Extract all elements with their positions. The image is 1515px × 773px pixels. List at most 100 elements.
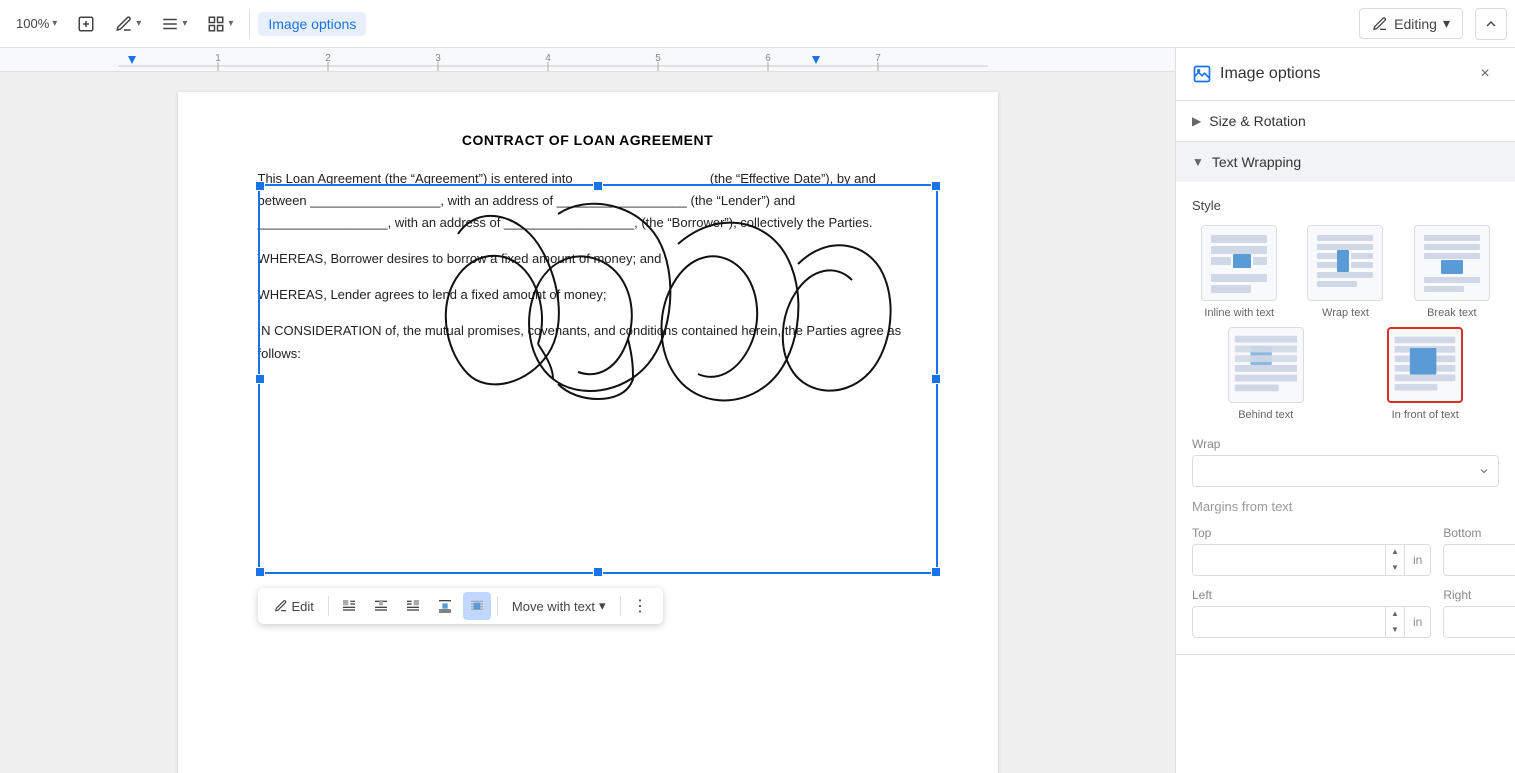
- wrap-field-row: [1192, 455, 1499, 487]
- handle-middle-right[interactable]: [931, 374, 941, 384]
- handle-top-right[interactable]: [931, 181, 941, 191]
- align-left-tight-icon: [341, 598, 357, 614]
- style-preview-break: [1414, 225, 1490, 301]
- style-name-wrap: Wrap text: [1322, 307, 1369, 319]
- grid-icon: [207, 15, 225, 33]
- zoom-value: 100%: [16, 16, 49, 31]
- handle-bottom-middle[interactable]: [593, 567, 603, 577]
- pen-caret-icon: ▾: [136, 18, 141, 29]
- add-page-button[interactable]: [69, 11, 103, 37]
- align-center-icon: [373, 598, 389, 614]
- handle-bottom-left[interactable]: [255, 567, 265, 577]
- zoom-level-button[interactable]: 100% ▾: [8, 12, 65, 35]
- margin-left-input-row: ▲ ▼ in: [1192, 606, 1431, 638]
- grid-button[interactable]: ▾: [199, 11, 241, 37]
- close-panel-button[interactable]: ×: [1471, 60, 1499, 88]
- lines-icon: [161, 15, 179, 33]
- more-options-button[interactable]: ⋮: [627, 592, 655, 620]
- align-break-button[interactable]: [431, 592, 459, 620]
- style-item-behind[interactable]: Behind text: [1192, 327, 1340, 421]
- inline-preview-svg: [1206, 230, 1272, 296]
- pencil-icon: [1372, 16, 1388, 32]
- doc-paragraph-4: IN CONSIDERATION of, the mutual promises…: [258, 320, 918, 364]
- infront-preview-svg: [1389, 327, 1461, 403]
- margin-top-input-row: ▲ ▼ in: [1192, 544, 1431, 576]
- style-item-infront[interactable]: In front of text: [1352, 327, 1500, 421]
- margin-left-decrement[interactable]: ▼: [1386, 622, 1404, 638]
- margin-top-unit: in: [1404, 545, 1430, 575]
- panel-header: Image options ×: [1176, 48, 1515, 101]
- margin-top-decrement[interactable]: ▼: [1386, 560, 1404, 576]
- move-with-text-button[interactable]: Move with text ▾: [504, 594, 614, 618]
- margin-bottom-field: Bottom ▲ ▼ in: [1443, 526, 1515, 576]
- margin-bottom-input[interactable]: [1444, 553, 1515, 568]
- doc-paragraph-1: This Loan Agreement (the “Agreement”) is…: [258, 168, 918, 234]
- image-options-label: Image options: [258, 12, 366, 36]
- panel-title: Image options: [1192, 64, 1321, 84]
- align-left-tight-button[interactable]: [335, 592, 363, 620]
- document-page[interactable]: CONTRACT OF LOAN AGREEMENT This Loan Agr…: [178, 92, 998, 773]
- float-sep-3: [620, 596, 621, 616]
- margin-bottom-input-row: ▲ ▼ in: [1443, 544, 1515, 576]
- pen-icon: [115, 15, 133, 33]
- wrap-dropdown[interactable]: [1192, 455, 1499, 487]
- zoom-group: 100% ▾: [8, 12, 65, 35]
- edit-button[interactable]: Edit: [266, 595, 322, 618]
- behind-preview-svg: [1229, 327, 1303, 403]
- move-with-text-label: Move with text: [512, 599, 595, 614]
- style-item-break[interactable]: Break text: [1405, 225, 1499, 319]
- style-preview-behind: [1228, 327, 1304, 403]
- editing-mode-button[interactable]: Editing ▾: [1359, 8, 1463, 39]
- style-section-label: Style: [1192, 198, 1499, 213]
- pen-tool-button[interactable]: ▾: [107, 11, 149, 37]
- grid-caret-icon: ▾: [228, 18, 233, 29]
- align-infront-button[interactable]: [463, 592, 491, 620]
- chevron-right-icon: ▶: [1192, 114, 1201, 128]
- editing-label: Editing: [1394, 16, 1437, 32]
- zoom-caret-icon: ▾: [52, 18, 57, 29]
- doc-paragraph-2: WHEREAS, Borrower desires to borrow a fi…: [258, 248, 918, 270]
- margin-top-field: Top ▲ ▼ in: [1192, 526, 1431, 576]
- style-name-inline: Inline with text: [1204, 307, 1274, 319]
- panel-title-text: Image options: [1220, 65, 1321, 83]
- margin-left-increment[interactable]: ▲: [1386, 606, 1404, 622]
- align-center-button[interactable]: [367, 592, 395, 620]
- text-wrapping-label: Text Wrapping: [1212, 154, 1301, 170]
- handle-bottom-right[interactable]: [931, 567, 941, 577]
- align-right-tight-icon: [405, 598, 421, 614]
- style-name-infront: In front of text: [1392, 409, 1459, 421]
- margin-right-input-row: ▲ ▼ in: [1443, 606, 1515, 638]
- margin-top-label: Top: [1192, 526, 1431, 540]
- float-sep-2: [497, 596, 498, 616]
- style-name-break: Break text: [1427, 307, 1477, 319]
- wrap-field-label: Wrap: [1192, 437, 1499, 451]
- separator-1: [249, 10, 250, 38]
- ruler-inner: 1 2 3 4 5 6 7: [0, 48, 1175, 71]
- doc-wrapper: CONTRACT OF LOAN AGREEMENT This Loan Agr…: [0, 72, 1175, 773]
- margins-title: Margins from text: [1192, 499, 1499, 514]
- align-infront-icon: [469, 598, 485, 614]
- document-area[interactable]: 1 2 3 4 5 6 7: [0, 48, 1175, 773]
- margin-left-input[interactable]: [1193, 615, 1385, 630]
- margin-left-unit: in: [1404, 607, 1430, 637]
- style-preview-infront: [1387, 327, 1463, 403]
- edit-pencil-icon: [274, 599, 288, 613]
- margin-top-stepper: ▲ ▼: [1385, 544, 1404, 576]
- main-layout: 1 2 3 4 5 6 7: [0, 48, 1515, 773]
- style-item-wrap[interactable]: Wrap text: [1298, 225, 1392, 319]
- margin-left-field: Left ▲ ▼ in: [1192, 588, 1431, 638]
- collapse-panel-button[interactable]: [1475, 8, 1507, 40]
- doc-paragraph-3: WHEREAS, Lender agrees to lend a fixed a…: [258, 284, 918, 306]
- text-wrapping-toggle[interactable]: ▼ Text Wrapping: [1176, 142, 1515, 182]
- style-item-inline[interactable]: Inline with text: [1192, 225, 1286, 319]
- size-rotation-toggle[interactable]: ▶ Size & Rotation: [1176, 101, 1515, 141]
- handle-middle-left[interactable]: [255, 374, 265, 384]
- align-right-tight-button[interactable]: [399, 592, 427, 620]
- margin-top-increment[interactable]: ▲: [1386, 544, 1404, 560]
- margin-right-input[interactable]: [1444, 615, 1515, 630]
- lines-caret-icon: ▾: [182, 18, 187, 29]
- style-grid-row1: Inline with text: [1192, 225, 1499, 319]
- margin-top-input[interactable]: [1193, 553, 1385, 568]
- lines-button[interactable]: ▾: [153, 11, 195, 37]
- wrap-preview-svg: [1312, 230, 1378, 296]
